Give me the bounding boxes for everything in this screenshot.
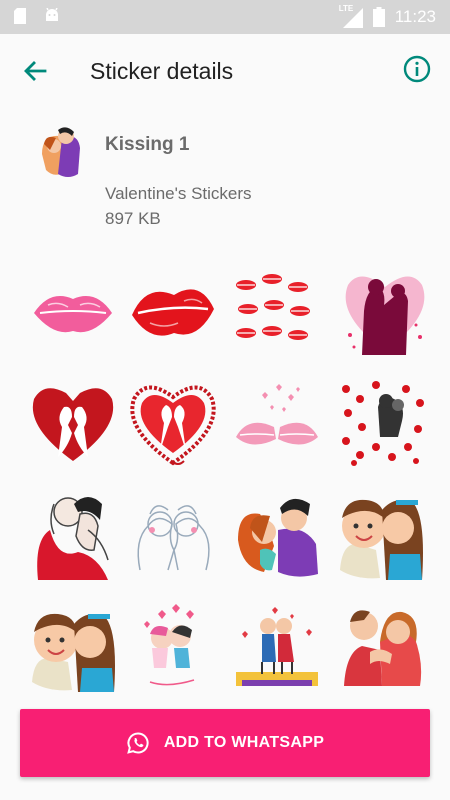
sticker-sketch-kiss[interactable]: [28, 490, 118, 580]
arrow-back-icon: [24, 61, 47, 81]
sticker-heart-silhouette-couple[interactable]: [340, 265, 430, 355]
toolbar: Sticker details: [0, 34, 450, 108]
add-to-whatsapp-button[interactable]: ADD TO WHATSAPP: [20, 709, 430, 777]
pack-tray-icon: [42, 127, 80, 177]
pack-size: 897 KB: [105, 209, 161, 228]
battery-icon: [372, 7, 385, 27]
sticker-pink-lips[interactable]: [28, 265, 118, 355]
status-bar: LTE 11:23: [0, 0, 450, 34]
pack-name: Kissing 1: [105, 134, 190, 155]
pack-publisher: Valentine's Stickers: [105, 184, 252, 203]
page-title: Sticker details: [90, 58, 234, 84]
whatsapp-icon: [127, 732, 149, 754]
sticker-red-lips[interactable]: [128, 265, 218, 355]
sticker-broken-heart-kiss[interactable]: [28, 377, 118, 467]
sticker-cartoon-couple-kiss[interactable]: [234, 490, 324, 580]
sticker-cute-couple-balloons[interactable]: [128, 602, 218, 692]
info-button[interactable]: [402, 54, 432, 84]
sticker-couple-bench[interactable]: [232, 602, 322, 692]
pack-header: Kissing 1 Valentine's Stickers 897 KB: [0, 108, 450, 248]
info-icon: [403, 55, 431, 83]
sticker-grid: [0, 265, 450, 692]
status-left-icons: [14, 8, 60, 24]
sticker-lace-heart-kiss[interactable]: [128, 377, 218, 467]
sticker-lips-with-hearts[interactable]: [232, 377, 322, 467]
sticker-cartoon-cheek-kiss[interactable]: [336, 490, 426, 580]
sticker-many-lips[interactable]: [228, 265, 318, 355]
add-to-whatsapp-label: ADD TO WHATSAPP: [163, 734, 325, 751]
sticker-cartoon-cheek-kiss-2[interactable]: [28, 602, 118, 692]
sd-card-icon: [14, 8, 26, 24]
sticker-couple-red-dress[interactable]: [336, 602, 426, 692]
clock: 11:23: [394, 7, 436, 26]
back-button[interactable]: [18, 54, 52, 88]
signal-icon: LTE: [338, 4, 363, 28]
status-right-icons: LTE 11:23: [338, 4, 436, 28]
network-type: LTE: [338, 4, 354, 13]
sticker-line-art-kiss[interactable]: [128, 490, 218, 580]
android-icon: [46, 8, 58, 21]
sticker-couple-with-red-hearts[interactable]: [336, 377, 426, 467]
